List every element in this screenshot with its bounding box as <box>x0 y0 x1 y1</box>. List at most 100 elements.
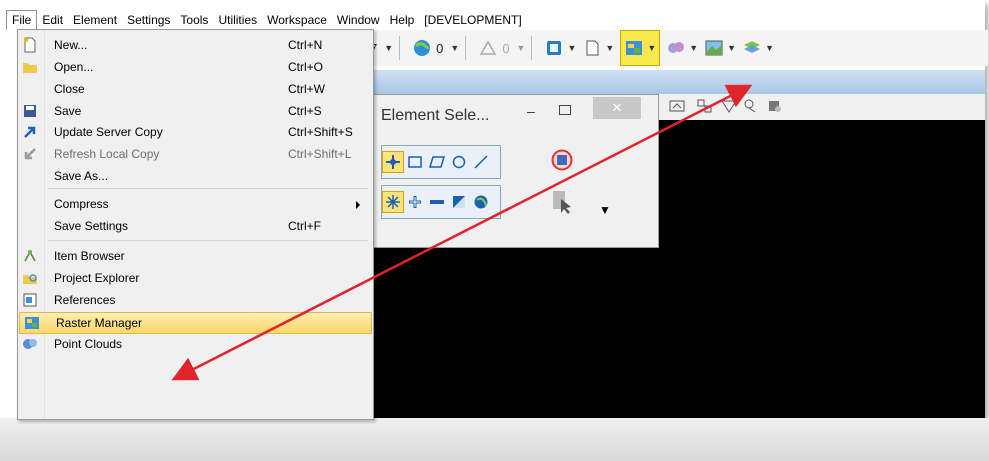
weight-shape-icon <box>478 39 498 57</box>
weight-value: 0 <box>502 40 510 56</box>
layers-stack-icon <box>742 39 762 57</box>
menu-item-label: Point Clouds <box>54 337 123 351</box>
dialog-title-bar[interactable]: Element Sele... – ✕ <box>371 95 658 137</box>
add-selection-icon[interactable] <box>404 191 426 213</box>
close-icon[interactable]: ✕ <box>593 97 641 119</box>
view-render-icon[interactable] <box>767 99 783 116</box>
menu-utilities[interactable]: Utilities <box>213 10 262 30</box>
view-title-bar <box>372 70 985 94</box>
chevron-down-icon: ▼ <box>647 43 657 53</box>
minimize-icon[interactable]: – <box>527 103 535 119</box>
menu-item-label: New... <box>54 38 88 52</box>
file-menu-item-project-explorer[interactable]: Project Explorer <box>18 268 373 289</box>
toolbar-separator <box>399 36 401 60</box>
pointer-select-icon[interactable] <box>551 189 573 218</box>
point-clouds-icon <box>22 336 38 352</box>
chevron-down-icon: ▼ <box>567 43 577 53</box>
menu-tools[interactable]: Tools <box>175 10 213 30</box>
menu-divider <box>48 240 368 241</box>
menu-development: [DEVELOPMENT] <box>424 13 522 27</box>
window-shadow <box>0 418 989 461</box>
file-menu-item-references[interactable]: References <box>18 290 373 311</box>
chevron-down-icon: ▼ <box>450 43 460 53</box>
menu-settings[interactable]: Settings <box>122 10 175 30</box>
circle-select-icon[interactable] <box>448 151 470 173</box>
view-display-icon[interactable] <box>743 99 759 116</box>
file-menu-item-new[interactable]: New... Ctrl+N <box>18 35 373 56</box>
menu-edit[interactable]: Edit <box>37 10 68 30</box>
refresh-arrow-icon <box>22 146 38 162</box>
subtract-selection-icon[interactable] <box>426 191 448 213</box>
menu-item-label: Open... <box>54 60 94 74</box>
menu-item-label: References <box>54 293 116 307</box>
menu-element[interactable]: Element <box>68 10 122 30</box>
point-cloud-button[interactable]: ▼ <box>666 33 698 63</box>
file-menu-item-compress[interactable]: Compress <box>18 194 373 215</box>
select-all-icon[interactable] <box>470 191 492 213</box>
file-menu-item-update-server-copy[interactable]: Update Server Copy Ctrl+Shift+S <box>18 122 373 143</box>
menu-help[interactable]: Help <box>385 10 420 30</box>
file-menu-item-point-clouds[interactable]: Point Clouds <box>18 334 373 355</box>
layers-button[interactable]: ▼ <box>742 33 774 63</box>
view-split-icon[interactable] <box>697 99 713 116</box>
file-menu-item-close[interactable]: Close Ctrl+W <box>18 79 373 100</box>
file-menu-item-save-as[interactable]: Save As... <box>18 166 373 187</box>
new-selection-icon[interactable] <box>382 191 404 213</box>
element-selection-dialog: Element Sele... – ✕ ▼ <box>370 94 659 248</box>
menu-window[interactable]: Window <box>332 10 385 30</box>
file-menu-item-raster-manager[interactable]: Raster Manager <box>19 312 372 334</box>
selection-method-group <box>381 145 501 179</box>
document-page-icon <box>582 39 602 57</box>
item-browser-icon <box>22 248 38 264</box>
menu-item-shortcut: Ctrl+F <box>288 219 321 233</box>
expand-dropdown-icon[interactable]: ▼ <box>599 203 611 217</box>
file-menu-item-item-browser[interactable]: Item Browser <box>18 246 373 267</box>
file-menu-item-save[interactable]: Save Ctrl+S <box>18 101 373 122</box>
open-folder-icon <box>22 59 38 75</box>
file-menu-item-refresh-local-copy[interactable]: Refresh Local Copy Ctrl+Shift+L <box>18 144 373 165</box>
menu-item-shortcut: Ctrl+S <box>288 104 322 118</box>
menu-item-label: Raster Manager <box>56 316 143 330</box>
terrain-button[interactable]: ▼ <box>704 33 736 63</box>
raster-toolbar-button[interactable]: ▼ <box>620 30 661 66</box>
project-explorer-icon <box>22 270 38 286</box>
block-select-icon[interactable] <box>404 151 426 173</box>
submenu-arrow-icon <box>356 201 360 209</box>
dialog-title: Element Sele... <box>381 107 490 124</box>
color-value: 0 <box>436 40 444 56</box>
line-select-icon[interactable] <box>470 151 492 173</box>
menu-item-label: Item Browser <box>54 249 125 263</box>
menu-item-shortcut: Ctrl+Shift+S <box>288 125 353 139</box>
upload-arrow-icon <box>22 124 38 140</box>
menu-item-shortcut: Ctrl+O <box>288 60 324 74</box>
invert-selection-icon[interactable] <box>448 191 470 213</box>
attributes-toolbar: 7 ▼ 0 ▼ 0 ▼ ▼ ▼ ▼ <box>360 30 988 66</box>
file-menu-item-open[interactable]: Open... Ctrl+O <box>18 57 373 78</box>
menu-item-label: Save As... <box>54 169 109 183</box>
view-fit-icon[interactable] <box>669 99 685 116</box>
individual-select-icon[interactable] <box>382 151 404 173</box>
maximize-icon[interactable] <box>559 105 571 115</box>
menu-file[interactable]: File <box>6 10 38 30</box>
chevron-down-icon: ▼ <box>689 43 699 53</box>
chevron-down-icon: ▼ <box>727 43 737 53</box>
menu-workspace[interactable]: Workspace <box>262 10 332 30</box>
color-globe-icon <box>412 39 432 57</box>
menu-item-label: Compress <box>54 197 109 211</box>
clear-selection-icon[interactable] <box>551 149 573 174</box>
view-clip-icon[interactable] <box>721 99 737 116</box>
menu-item-shortcut: Ctrl+N <box>288 38 323 52</box>
weight-dropdown[interactable]: 0 ▼ <box>478 33 525 63</box>
selection-mode-group <box>381 185 501 219</box>
file-menu-item-save-settings[interactable]: Save Settings Ctrl+F <box>18 216 373 237</box>
shape-select-icon[interactable] <box>426 151 448 173</box>
references-icon <box>22 292 38 308</box>
menu-item-label: Save <box>54 104 82 118</box>
new-file-icon <box>22 37 38 53</box>
menu-item-label: Refresh Local Copy <box>54 147 160 161</box>
models-button[interactable]: ▼ <box>582 33 614 63</box>
cube-view-icon <box>544 39 564 57</box>
view-attributes-button[interactable]: ▼ <box>544 33 576 63</box>
color-dropdown[interactable]: 0 ▼ <box>412 33 459 63</box>
chevron-down-icon: ▼ <box>605 43 615 53</box>
